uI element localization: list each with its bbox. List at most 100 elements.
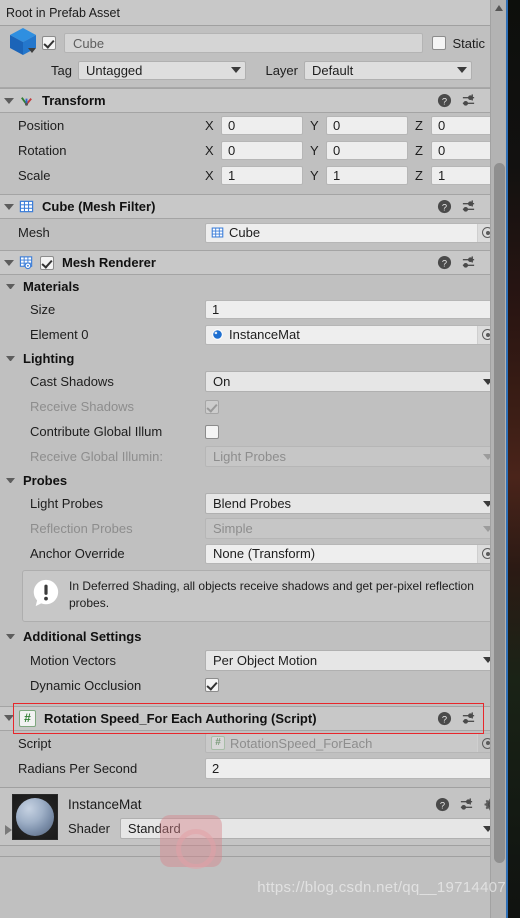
foldout-arrow-icon[interactable] — [6, 477, 15, 483]
foldout-arrow-icon[interactable] — [4, 715, 14, 722]
transform-position-row: Position X 0 Y 0 Z 0 — [0, 113, 506, 138]
receive-shadows-row: Receive Shadows — [0, 394, 506, 419]
preset-settings-icon[interactable] — [461, 711, 476, 726]
prefab-cube-icon[interactable] — [6, 26, 42, 60]
inspector-panel: Root in Prefab Asset Cube Static Tag Unt… — [0, 0, 506, 918]
position-y-input[interactable]: 0 — [326, 116, 408, 135]
motion-vectors-dropdown[interactable]: Per Object Motion — [205, 649, 498, 671]
rotation-y-input[interactable]: 0 — [326, 141, 408, 160]
help-icon[interactable]: ? — [437, 93, 452, 108]
motion-vectors-label: Motion Vectors — [30, 652, 116, 668]
layer-value: Default — [312, 62, 354, 78]
position-y-value: 0 — [333, 118, 341, 133]
preset-settings-icon[interactable] — [461, 93, 476, 108]
component-title: Transform — [42, 93, 106, 108]
component-header-transform[interactable]: Transform ? — [0, 88, 506, 113]
radians-label: Radians Per Second — [18, 760, 138, 776]
divider — [0, 855, 506, 857]
prefab-dropdown-caret[interactable] — [28, 48, 36, 53]
contribute-gi-checkbox[interactable] — [205, 424, 219, 439]
transform-axes-icon — [19, 93, 34, 108]
chevron-down-icon — [457, 67, 467, 73]
panel-edge-highlight — [506, 0, 508, 918]
mesh-value: Cube — [229, 225, 261, 240]
position-label: Position — [18, 118, 65, 133]
foldout-arrow-icon[interactable] — [6, 634, 15, 640]
preset-settings-icon[interactable] — [459, 797, 474, 812]
cast-shadows-dropdown[interactable]: On — [205, 371, 498, 392]
help-icon[interactable]: ? — [437, 199, 452, 214]
receive-shadows-checkbox — [205, 399, 219, 414]
foldout-arrow-icon[interactable] — [4, 259, 14, 266]
section-title: Lighting — [23, 350, 75, 366]
anchor-override-object-field[interactable]: None (Transform) — [205, 543, 498, 564]
anchor-override-value: None (Transform) — [213, 546, 316, 561]
script-reference-row: Script # RotationSpeed_ForEach — [0, 731, 506, 756]
section-lighting[interactable]: Lighting — [0, 347, 506, 369]
foldout-arrow-icon[interactable] — [4, 97, 14, 104]
tag-label: Tag — [51, 62, 72, 78]
axis-z-label: Z — [415, 143, 423, 158]
reflection-probes-row: Reflection Probes Simple — [0, 516, 506, 541]
cast-shadows-value: On — [213, 374, 231, 389]
component-header-mesh-renderer[interactable]: Mesh Renderer ? — [0, 250, 506, 275]
help-icon[interactable]: ? — [435, 797, 450, 812]
foldout-arrow-icon[interactable] — [6, 283, 15, 289]
dynamic-occlusion-checkbox[interactable] — [205, 678, 219, 693]
rotation-z-value: 0 — [438, 143, 446, 158]
breadcrumb-label: Root in Prefab Asset — [6, 5, 120, 20]
component-header-mesh-filter[interactable]: Cube (Mesh Filter) ? — [0, 194, 506, 219]
materials-size-input[interactable]: 1 — [205, 300, 498, 319]
script-label: Script — [18, 735, 52, 751]
radians-input[interactable]: 2 — [205, 757, 498, 779]
position-x-input[interactable]: 0 — [221, 116, 303, 135]
decorative-overlay — [160, 814, 222, 869]
mesh-object-field[interactable]: Cube — [205, 222, 498, 243]
foldout-arrow-icon[interactable] — [4, 203, 14, 210]
help-icon[interactable]: ? — [437, 255, 452, 270]
info-text: In Deferred Shading, all objects receive… — [69, 579, 474, 611]
light-probes-dropdown[interactable]: Blend Probes — [205, 493, 498, 514]
axis-x-label: X — [205, 143, 214, 158]
rotation-x-input[interactable]: 0 — [221, 141, 303, 160]
scrollbar-thumb[interactable] — [494, 163, 505, 863]
axis-y-label: Y — [310, 168, 319, 183]
radians-per-second-row: Radians Per Second 2 — [0, 756, 506, 781]
scale-x-input[interactable]: 1 — [221, 166, 303, 185]
warning-info-icon — [31, 578, 61, 611]
foldout-arrow-icon[interactable] — [6, 355, 15, 361]
section-additional-settings[interactable]: Additional Settings — [0, 626, 506, 648]
gameobject-header: Cube Static Tag Untagged Layer Default — [0, 26, 506, 88]
element0-object-field[interactable]: InstanceMat — [205, 324, 498, 345]
section-title: Probes — [23, 472, 68, 488]
component-header-rotation-speed-script[interactable]: # Rotation Speed_For Each Authoring (Scr… — [0, 705, 506, 731]
materials-size-row: Size 1 — [0, 297, 506, 322]
breadcrumb[interactable]: Root in Prefab Asset — [0, 0, 506, 26]
scroll-up-arrow-icon[interactable] — [495, 5, 503, 11]
section-materials[interactable]: Materials — [0, 275, 506, 297]
reflection-probes-value: Simple — [213, 521, 253, 536]
axis-y-label: Y — [310, 118, 319, 133]
mesh-renderer-enabled-checkbox[interactable] — [40, 255, 54, 270]
dynamic-occlusion-row: Dynamic Occlusion — [0, 673, 506, 698]
help-icon[interactable]: ? — [437, 711, 452, 726]
svg-text:?: ? — [442, 714, 447, 724]
static-checkbox[interactable] — [432, 36, 447, 50]
preset-settings-icon[interactable] — [461, 199, 476, 214]
preset-settings-icon[interactable] — [461, 255, 476, 270]
expand-preview-arrow-icon[interactable] — [5, 824, 12, 835]
vertical-scrollbar[interactable] — [490, 0, 506, 918]
gameobject-enabled-checkbox[interactable] — [42, 36, 56, 50]
section-probes[interactable]: Probes — [0, 469, 506, 491]
layer-dropdown[interactable]: Default — [304, 60, 472, 80]
scale-z-value: 1 — [438, 168, 446, 183]
tag-dropdown[interactable]: Untagged — [78, 60, 246, 80]
axis-x-label: X — [205, 168, 214, 183]
rotation-y-value: 0 — [333, 143, 341, 158]
mesh-filter-icon — [211, 226, 224, 239]
shader-label: Shader — [68, 821, 110, 837]
game-view-background — [506, 0, 520, 918]
scale-y-input[interactable]: 1 — [326, 166, 408, 185]
gameobject-name-input[interactable]: Cube — [64, 33, 424, 53]
receive-shadows-label: Receive Shadows — [30, 399, 135, 414]
